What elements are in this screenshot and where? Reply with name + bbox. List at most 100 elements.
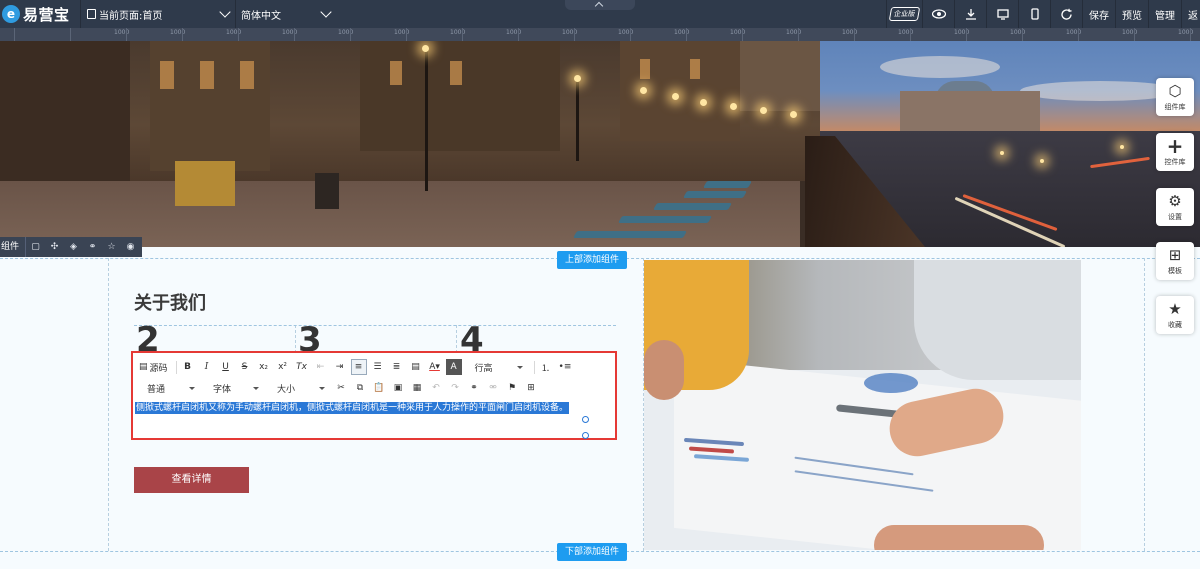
column-guide-right [1144, 258, 1145, 551]
desktop-icon[interactable] [986, 0, 1018, 28]
mobile-icon[interactable] [1018, 0, 1050, 28]
font-color-icon[interactable]: A▾ [427, 359, 443, 375]
component-library-button[interactable]: ⬡ 组件库 [1156, 78, 1194, 116]
chevron-down-icon [320, 6, 332, 18]
column-guide-left [108, 258, 109, 551]
paste-text-icon[interactable]: ▣ [390, 380, 406, 396]
indent-icon[interactable]: ⇥ [332, 359, 348, 375]
favorites-button[interactable]: ★ 收藏 [1156, 296, 1194, 334]
about-title[interactable]: 关于我们 [134, 289, 206, 315]
align-right-icon[interactable]: ≣ [389, 359, 405, 375]
number-col-guide [456, 325, 457, 353]
strikethrough-button[interactable]: S [237, 359, 253, 375]
logo-text: 易营宝 [23, 5, 70, 24]
manage-button[interactable]: 管理 [1148, 0, 1181, 28]
layers-icon[interactable]: ◈ [64, 237, 83, 257]
collapse-toolbar-tab[interactable] [565, 0, 635, 11]
top-bar: e 易营宝 当前页面:首页 简体中文 企业版 保存 预览 管理 返 [0, 0, 1200, 28]
number-row-guide [134, 325, 616, 326]
redo-icon[interactable]: ↷ [447, 380, 463, 396]
refresh-icon[interactable] [1050, 0, 1082, 28]
unordered-list-icon[interactable]: •≡ [557, 359, 574, 375]
language-select[interactable]: 简体中文 [235, 0, 335, 28]
add-component-bottom-button[interactable]: 下部添加组件 [557, 543, 628, 561]
ruler-tick [742, 28, 743, 41]
dropdown-arrow-icon [189, 386, 195, 390]
superscript-button[interactable]: x² [275, 359, 291, 375]
ruler-tick [1190, 28, 1191, 41]
resize-handle[interactable] [582, 432, 589, 439]
ruler-tick [462, 28, 463, 41]
number-col-guide [295, 325, 296, 353]
ruler-tick [294, 28, 295, 41]
ruler-tick [518, 28, 519, 41]
ruler-tick [798, 28, 799, 41]
justify-icon[interactable]: ▤ [408, 359, 424, 375]
link-icon[interactable]: ⚭ [83, 237, 102, 257]
template-button[interactable]: ⊞ 模板 [1156, 242, 1194, 280]
chevron-up-icon [594, 1, 604, 11]
subscript-button[interactable]: x₂ [256, 359, 272, 375]
back-button[interactable]: 返 [1181, 0, 1200, 28]
format-select[interactable]: 普通 [137, 380, 199, 396]
align-center-icon[interactable]: ☰ [370, 359, 386, 375]
line-height-select[interactable]: 行高 [465, 359, 527, 375]
cut-icon[interactable]: ✂ [333, 380, 349, 396]
ruler-tick [630, 28, 631, 41]
ruler-tick [350, 28, 351, 41]
link-icon[interactable]: ⚭ [466, 380, 482, 396]
selected-text-content[interactable]: 侧掀式螺杆启闭机又称为手动螺杆启闭机，侧掀式螺杆启闭机是一种采用于人力操作的平面… [135, 402, 570, 414]
clear-format-button[interactable]: Tx [294, 359, 310, 375]
save-button[interactable]: 保存 [1082, 0, 1115, 28]
ruler-tick [70, 28, 71, 41]
font-size-select[interactable]: 大小 [267, 380, 329, 396]
hero-banner-image[interactable] [0, 41, 1200, 247]
ruler-tick [1134, 28, 1135, 41]
anchor-flag-icon[interactable]: ⚑ [504, 380, 520, 396]
component-label: 组件 [0, 237, 27, 257]
settings-button[interactable]: ⚙ 设置 [1156, 188, 1194, 226]
dropdown-arrow-icon [516, 365, 523, 369]
preview-button[interactable]: 预览 [1115, 0, 1148, 28]
align-left-icon[interactable]: ≡ [350, 359, 367, 375]
view-details-button[interactable]: 查看详情 [134, 467, 249, 493]
enterprise-badge[interactable]: 企业版 [886, 0, 922, 28]
copy-icon[interactable]: ⧉ [352, 380, 368, 396]
add-component-top-button[interactable]: 上部添加组件 [557, 251, 628, 269]
chevron-down-icon [219, 6, 231, 18]
table-icon[interactable]: ⊞ [523, 380, 539, 396]
ruler-tick [238, 28, 239, 41]
source-code-button[interactable]: ▤ 源码 [137, 359, 170, 375]
paste-word-icon[interactable]: ▦ [409, 380, 425, 396]
logo[interactable]: e 易营宝 [0, 0, 80, 28]
business-meeting-photo[interactable] [644, 260, 1081, 550]
star-icon[interactable]: ☆ [102, 237, 121, 257]
unlink-icon[interactable]: ⚮ [485, 380, 501, 396]
eye-icon[interactable] [922, 0, 954, 28]
dropdown-arrow-icon [253, 386, 259, 390]
italic-button[interactable]: I [199, 359, 215, 375]
underline-button[interactable]: U [218, 359, 234, 375]
component-toolbar: 组件 ▢ ✣ ◈ ⚭ ☆ ◉ [0, 237, 142, 257]
logo-mark-icon: e [2, 5, 20, 23]
background-color-icon[interactable]: A [445, 359, 462, 375]
paste-icon[interactable]: 📋 [371, 380, 387, 396]
download-icon[interactable] [954, 0, 986, 28]
font-family-select[interactable]: 字体 [203, 380, 263, 396]
eye-icon[interactable]: ◉ [121, 237, 140, 257]
move-icon[interactable]: ✣ [45, 237, 64, 257]
outdent-icon[interactable]: ⇤ [313, 359, 329, 375]
rich-text-editor: ▤ 源码 B I U S x₂ x² Tx ⇤ ⇥ ≡ ☰ ≣ ▤ A▾ A 行… [131, 351, 617, 440]
bold-button[interactable]: B [180, 359, 196, 375]
copy-icon[interactable]: ▢ [26, 237, 45, 257]
ordered-list-icon[interactable]: ⒈ [538, 359, 554, 375]
current-page-select[interactable]: 当前页面:首页 [80, 0, 235, 28]
star-icon: ★ [1168, 299, 1182, 318]
ruler-tick [574, 28, 575, 41]
ruler-tick [1022, 28, 1023, 41]
undo-icon[interactable]: ↶ [428, 380, 444, 396]
plus-icon: + [1166, 133, 1184, 158]
control-library-button[interactable]: + 控件库 [1156, 133, 1194, 171]
ruler-tick [686, 28, 687, 41]
resize-handle[interactable] [582, 416, 589, 423]
